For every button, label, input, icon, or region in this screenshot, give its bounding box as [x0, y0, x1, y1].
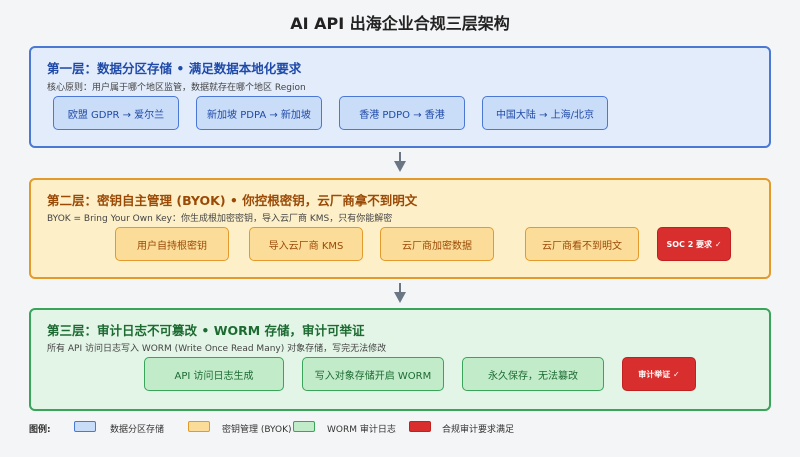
region-box-hongkong: 香港 PDPO → 香港	[339, 96, 465, 130]
layer-2-description: BYOK = Bring Your Own Key：你生成根加密密钥，导入云厂商…	[47, 214, 393, 224]
layer-3-title: 第三层：审计日志不可篡改 • WORM 存储，审计可举证	[47, 323, 365, 338]
byok-box-encrypt: 云厂商加密数据	[380, 227, 494, 261]
diagram-title: AI API 出海企业合规三层架构	[290, 14, 510, 33]
region-box-eu: 欧盟 GDPR → 爱尔兰	[53, 96, 179, 130]
legend-swatch-worm	[293, 421, 315, 432]
layer-data-partition: 第一层：数据分区存储 • 满足数据本地化要求 核心原则：用户属于哪个地区监管，数…	[29, 46, 771, 148]
layer-1-title: 第一层：数据分区存储 • 满足数据本地化要求	[47, 61, 302, 76]
region-box-china: 中国大陆 → 上海/北京	[482, 96, 608, 130]
audit-box-log-generate: API 访问日志生成	[144, 357, 284, 391]
legend: 图例: 数据分区存储 密钥管理 (BYOK) WORM 审计日志 合规审计要求满…	[0, 419, 800, 437]
legend-label-worm: WORM 审计日志	[327, 425, 396, 435]
legend-swatch-byok	[188, 421, 210, 432]
audit-box-worm-write: 写入对象存储开启 WORM	[302, 357, 444, 391]
down-arrow-icon	[394, 283, 406, 303]
layer-worm-audit: 第三层：审计日志不可篡改 • WORM 存储，审计可举证 所有 API 访问日志…	[29, 308, 771, 411]
legend-swatch-requirement	[409, 421, 431, 432]
legend-label-requirement: 合规审计要求满足	[442, 425, 515, 435]
legend-swatch-partition	[74, 421, 96, 432]
audit-requirement-badge: 审计举证 ✓	[622, 357, 696, 391]
layer-1-description: 核心原则：用户属于哪个地区监管，数据就存在哪个地区 Region	[47, 83, 306, 93]
layer-3-description: 所有 API 访问日志写入 WORM (Write Once Read Many…	[47, 344, 387, 354]
down-arrow-icon	[394, 152, 406, 172]
byok-box-own-key: 用户自持根密钥	[115, 227, 229, 261]
soc2-requirement-badge: SOC 2 要求 ✓	[657, 227, 731, 261]
byok-box-no-plaintext: 云厂商看不到明文	[525, 227, 639, 261]
region-box-singapore: 新加坡 PDPA → 新加坡	[196, 96, 322, 130]
layer-2-title: 第二层：密钥自主管理 (BYOK) • 你控根密钥，云厂商拿不到明文	[47, 193, 418, 208]
legend-label-partition: 数据分区存储	[110, 425, 165, 435]
byok-box-import-kms: 导入云厂商 KMS	[249, 227, 363, 261]
audit-box-permanent: 永久保存，无法篡改	[462, 357, 604, 391]
legend-title: 图例:	[29, 425, 51, 435]
legend-label-byok: 密钥管理 (BYOK)	[222, 425, 292, 435]
layer-byok: 第二层：密钥自主管理 (BYOK) • 你控根密钥，云厂商拿不到明文 BYOK …	[29, 178, 771, 279]
